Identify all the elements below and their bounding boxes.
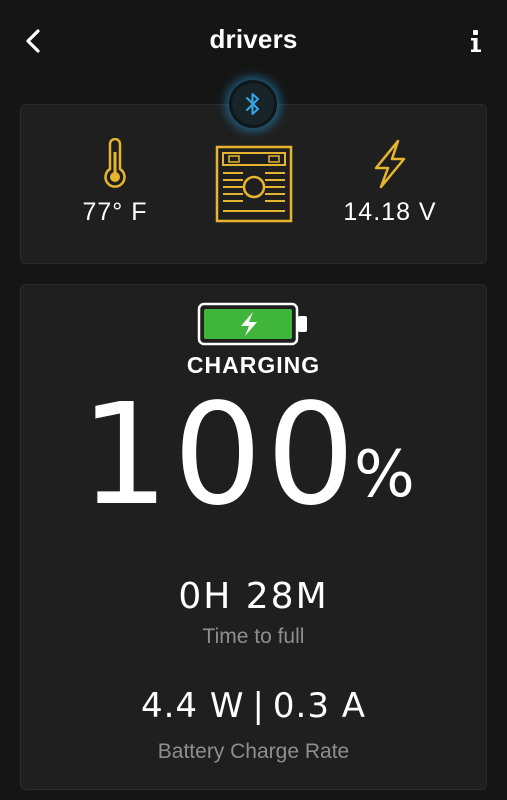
lightning-icon (374, 139, 406, 189)
voltage-value: 14.18 V (343, 198, 437, 226)
battery-charging-icon (197, 302, 307, 346)
amps-value: 0.3 A (272, 686, 367, 726)
temperature-value: 77° F (82, 198, 148, 226)
charge-rate-label: Battery Charge Rate (157, 740, 350, 763)
percent-value: 100 (80, 374, 360, 537)
info-icon (471, 30, 481, 52)
app-header: drivers (0, 0, 507, 82)
percent-sign: % (354, 438, 415, 512)
time-to-full-label: Time to full (202, 625, 305, 648)
watts-value: 4.4 W (140, 686, 245, 726)
battery-unit-icon (215, 145, 293, 223)
info-button[interactable] (461, 26, 491, 56)
page-title: drivers (209, 24, 298, 54)
rate-separator: | (252, 686, 265, 726)
bluetooth-badge[interactable] (229, 80, 277, 128)
charge-rate-values: 4.4 W | 0.3 A (0, 686, 507, 726)
thermometer-icon (104, 138, 126, 188)
time-to-full-value: 0H 28M (178, 576, 329, 617)
bluetooth-icon (246, 93, 259, 115)
